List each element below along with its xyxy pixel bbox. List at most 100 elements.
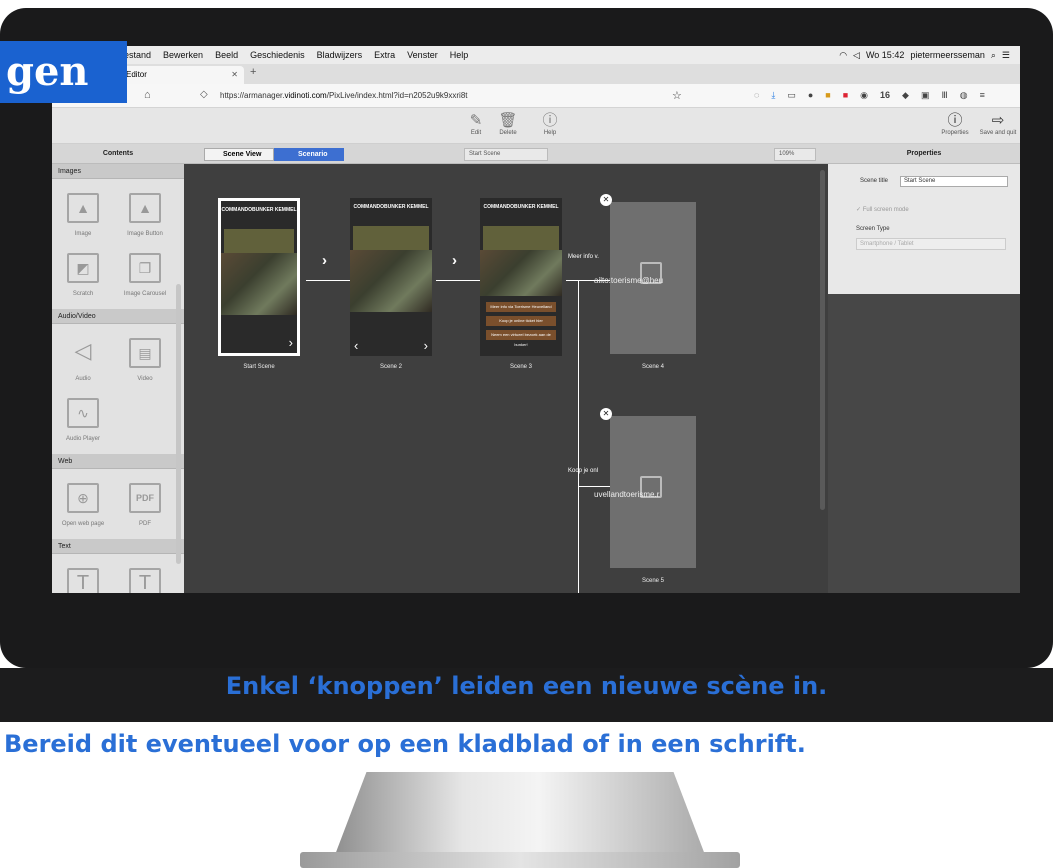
monitor-stand-base	[300, 852, 740, 868]
screen-type-select[interactable]: Smartphone / Tablet	[856, 238, 1006, 250]
scene-card-3[interactable]: COMMANDOBUNKER KEMMEL Meer info via Toer…	[480, 198, 562, 356]
library-icon[interactable]: Ⅲ	[941, 90, 947, 101]
link-line	[436, 280, 480, 281]
extension-icon[interactable]: ◆	[902, 90, 909, 101]
pocket-icon[interactable]: ◌	[754, 90, 759, 101]
palette-scrollbar[interactable]	[176, 284, 181, 564]
wifi-icon[interactable]: ◠	[839, 50, 847, 61]
link-line	[578, 486, 610, 487]
scene3-more-info-button[interactable]: Meer info via Toerisme Heuvelland	[486, 302, 556, 312]
download-icon[interactable]: ⤓	[771, 90, 775, 101]
menu-window[interactable]: Venster	[401, 50, 444, 60]
edit-label: Edit	[470, 130, 482, 136]
exit-icon: ⇨	[991, 112, 1005, 129]
open-web-page-tool[interactable]: ⊕ Open web page	[52, 475, 114, 535]
chevron-right-icon[interactable]: ›	[289, 336, 293, 349]
close-icon[interactable]: ✕	[600, 194, 612, 206]
new-tab-icon[interactable]: +	[250, 66, 256, 78]
chevron-right-icon[interactable]: ›	[424, 339, 428, 352]
audio-tool[interactable]: ◁ Audio	[52, 330, 114, 390]
browser-tabbar: Editor ✕ +	[52, 64, 1020, 84]
phone-title: COMMANDOBUNKER KEMMEL	[353, 204, 429, 210]
arrow-right-icon: ›	[322, 252, 327, 269]
menu-extra[interactable]: Extra	[368, 50, 401, 60]
section-web[interactable]: Web	[52, 454, 184, 469]
audio-label: Audio	[75, 376, 91, 382]
menu-history[interactable]: Geschiedenis	[244, 50, 311, 60]
section-audio-video[interactable]: Audio/Video	[52, 309, 184, 324]
phone-title: COMMANDOBUNKER KEMMEL	[221, 207, 297, 213]
delete-button[interactable]: 🗑 Delete	[488, 112, 528, 136]
save-and-quit-button[interactable]: ⇨ Save and quit	[976, 112, 1020, 136]
properties-button[interactable]: ⓘ Properties	[932, 112, 978, 136]
image-carousel-tool[interactable]: ❐ Image Carousel	[114, 245, 176, 305]
close-tab-icon[interactable]: ✕	[231, 66, 238, 84]
menu-view[interactable]: Beeld	[209, 50, 244, 60]
extension-icon[interactable]: ▣	[921, 90, 930, 101]
shield-icon[interactable]: ◇	[200, 89, 208, 100]
scene3-virtual-visit-button[interactable]: Neem een virtueel bezoek aan de bunker!	[486, 330, 556, 347]
trash-icon: 🗑	[498, 112, 518, 129]
scenario-button[interactable]: Scenario	[274, 148, 344, 161]
app-toolbar: ✎ Edit 🗑 Delete ⓘ Help ⓘ Properties ⇨ Save an…	[52, 108, 1020, 144]
extension-icon[interactable]: ◉	[860, 90, 868, 101]
globe-icon: ⊕	[67, 483, 99, 513]
close-icon[interactable]: ✕	[600, 408, 612, 420]
text-button-tool[interactable]: T	[114, 560, 176, 593]
image-button-label: Image Button	[127, 231, 163, 237]
scene-select[interactable]: Start Scene	[464, 148, 548, 161]
image-tool[interactable]: ▲ Image	[52, 185, 114, 245]
menubar-user[interactable]: pietermeersseman	[910, 50, 985, 60]
text-tool[interactable]: T	[52, 560, 114, 593]
pdf-tool[interactable]: PDF PDF	[114, 475, 176, 535]
phone-title: COMMANDOBUNKER KEMMEL	[483, 204, 559, 210]
scratch-tool[interactable]: ◩ Scratch	[52, 245, 114, 305]
url-prefix: https://armanager.	[220, 91, 285, 100]
scene-view-button[interactable]: Scene View	[204, 148, 274, 161]
scene-card-5[interactable]: uvellandtoerisme.r	[594, 416, 696, 568]
account-icon[interactable]: ◍	[960, 90, 968, 101]
menu-edit[interactable]: Bewerken	[157, 50, 209, 60]
scene-label: Scene 5	[641, 578, 665, 584]
image-button-tool[interactable]: ▲ Image Button	[114, 185, 176, 245]
scene3-ticket-button[interactable]: Koop je online ticket hier	[486, 316, 556, 326]
menubar-clock[interactable]: Wo 15:42	[866, 50, 904, 60]
url-input[interactable]: https://armanager.vidinoti.com/PixLive/i…	[220, 91, 467, 100]
pdf-icon: PDF	[129, 483, 161, 513]
bookmark-star-icon[interactable]: ☆	[672, 89, 682, 102]
spotlight-icon[interactable]: ⌕	[991, 50, 996, 61]
menu-bookmarks[interactable]: Bladwijzers	[311, 50, 369, 60]
audio-player-icon: ∿	[67, 398, 99, 428]
scene-card-start[interactable]: COMMANDOBUNKER KEMMEL ›	[218, 198, 300, 356]
control-center-icon[interactable]: ☰	[1002, 50, 1010, 61]
menu-help[interactable]: Help	[444, 50, 475, 60]
scene-card-4[interactable]: ailto:toerisme@heu	[594, 202, 696, 354]
caption-line-1: Enkel ‘knoppen’ leiden een nieuwe scène …	[225, 672, 828, 700]
hamburger-menu-icon[interactable]: ≡	[980, 90, 985, 101]
canvas-scrollbar[interactable]	[820, 170, 825, 510]
home-icon[interactable]: ⌂	[144, 89, 151, 101]
section-images[interactable]: Images	[52, 164, 184, 179]
scene-card-2[interactable]: COMMANDOBUNKER KEMMEL ‹ ›	[350, 198, 432, 356]
zoom-select[interactable]: 109%	[774, 148, 816, 161]
contents-palette: Images ▲ Image ▲ Image Button ◩ Scratch ❐ Im…	[52, 164, 184, 593]
browser-tab[interactable]: Editor ✕	[114, 66, 244, 84]
help-button[interactable]: ⓘ Help	[530, 112, 570, 136]
extension-icon[interactable]: ■	[843, 90, 848, 101]
section-text[interactable]: Text	[52, 539, 184, 554]
audio-player-tool[interactable]: ∿ Audio Player	[52, 390, 114, 450]
chevron-left-icon[interactable]: ‹	[354, 339, 358, 352]
caption-line-2: Bereid dit eventueel voor op een kladbla…	[4, 730, 806, 758]
properties-label: Properties	[941, 130, 969, 136]
scratch-icon: ◩	[67, 253, 99, 283]
scene-title-input[interactable]: Start Scene	[900, 176, 1008, 187]
text-button-icon: T	[129, 568, 161, 593]
extension-icon[interactable]: ■	[825, 90, 830, 101]
video-tool[interactable]: ▤ Video	[114, 330, 176, 390]
extension-icon[interactable]: ●	[808, 90, 813, 101]
volume-icon[interactable]: ◁	[853, 50, 860, 61]
full-screen-checkbox[interactable]: ✓ Full screen mode	[856, 206, 909, 213]
reader-icon[interactable]: ▭	[787, 90, 796, 101]
scenario-canvas[interactable]: COMMANDOBUNKER KEMMEL › Start Scene COMM…	[184, 164, 828, 593]
extension-badge[interactable]: 16	[880, 90, 890, 101]
